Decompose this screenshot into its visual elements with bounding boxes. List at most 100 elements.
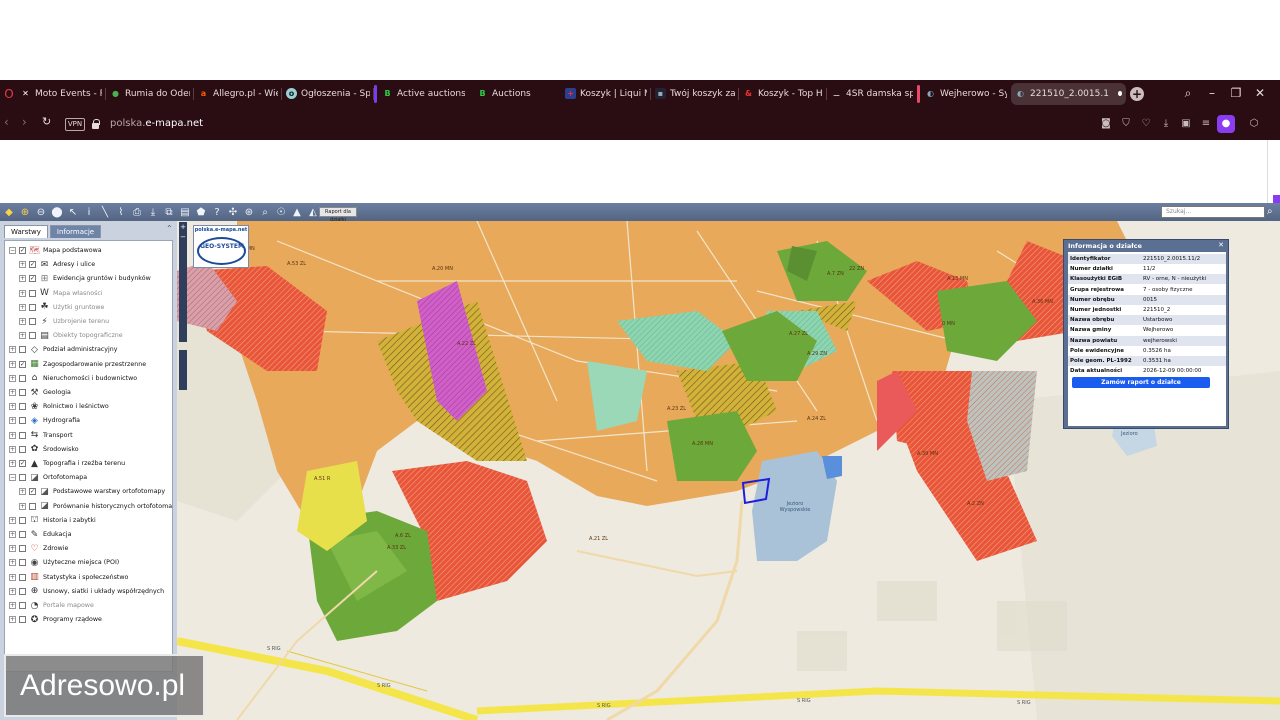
browser-tab-active[interactable]: ◐ 221510_2.0015.11/2 <box>1011 82 1126 105</box>
table-icon[interactable]: ▤ <box>178 205 192 219</box>
zoom-in-icon[interactable]: + <box>179 222 187 232</box>
search-input[interactable]: Szukaj... <box>1161 206 1265 218</box>
info-icon[interactable]: i <box>82 205 96 219</box>
expand-toggle-icon[interactable]: + <box>9 417 16 425</box>
layer-item[interactable]: − ◪ Ortofotomapa <box>9 471 87 484</box>
layer-checkbox[interactable] <box>19 616 26 624</box>
download-icon[interactable]: ⤓ <box>1159 117 1173 131</box>
expand-toggle-icon[interactable]: + <box>9 445 16 453</box>
expand-toggle-icon[interactable]: − <box>9 247 16 254</box>
layer-checkbox[interactable] <box>19 545 26 553</box>
layer-item[interactable]: + ✓ ▲ Topografia i rzeźba terenu <box>9 457 125 470</box>
new-tab-plus-icon[interactable]: + <box>1130 86 1144 101</box>
layer-checkbox[interactable] <box>19 587 26 595</box>
browser-tab[interactable]: a Allegro.pl - Więcej n <box>194 83 282 105</box>
layer-item[interactable]: + ❀ Rolnictwo i leśnictwo <box>9 400 109 413</box>
layer-checkbox[interactable]: ✓ <box>29 261 36 269</box>
browser-tab[interactable]: B Active auctions <box>374 83 469 105</box>
layer-checkbox[interactable] <box>29 303 36 311</box>
browser-tab[interactable]: + Koszyk | Liqui Moly <box>561 83 651 105</box>
layer-item[interactable]: + ▥ Statystyka i społeczeństwo <box>9 571 128 584</box>
layer-item[interactable]: + ☘ Użytki gruntowe <box>19 301 104 314</box>
layer-item[interactable]: + ✿ Środowisko <box>9 443 79 456</box>
expand-toggle-icon[interactable]: + <box>19 332 26 340</box>
order-report-button[interactable]: Zamów raport o działce <box>1072 377 1210 388</box>
tab-info[interactable]: Informacje <box>49 225 102 238</box>
layer-checkbox[interactable] <box>19 573 26 581</box>
parcel-report-button[interactable]: Raport dla działki <box>319 207 357 223</box>
expand-toggle-icon[interactable]: + <box>9 559 16 567</box>
layer-item[interactable]: + ⇆ Transport <box>9 429 73 442</box>
browser-tab[interactable]: & Koszyk - Top Hi-Fi & <box>739 83 827 105</box>
streetview-icon[interactable]: ☉ <box>274 205 288 219</box>
measure-area-icon[interactable]: ⌇ <box>114 205 128 219</box>
download-map-icon[interactable]: ⤓ <box>146 205 160 219</box>
snapshot-icon[interactable]: ▣ <box>1179 117 1193 131</box>
close-icon[interactable]: ✕ <box>1218 241 1224 249</box>
layer-item[interactable]: + ▤ Obiekty topograficzne <box>19 329 123 342</box>
terrain-icon[interactable]: ▲ <box>290 205 304 219</box>
profile-icon[interactable]: ● <box>1217 115 1235 133</box>
browser-tab[interactable]: ● Rumia do Odense, D <box>106 83 194 105</box>
browser-tab[interactable]: o Ogłoszenia - Sprzed <box>282 83 374 105</box>
layer-item[interactable]: + ⚡ Uzbrojenie terenu <box>19 315 109 328</box>
layer-checkbox[interactable]: ✓ <box>29 275 36 283</box>
url-field[interactable]: polska.e-mapa.net <box>110 118 203 129</box>
expand-toggle-icon[interactable]: + <box>19 488 26 496</box>
expand-toggle-icon[interactable]: + <box>9 602 16 609</box>
layer-checkbox[interactable] <box>19 417 26 425</box>
expand-toggle-icon[interactable]: + <box>9 587 16 595</box>
layers-3d-icon[interactable]: ◭ <box>306 205 320 219</box>
layer-checkbox[interactable] <box>19 559 26 567</box>
expand-toggle-icon[interactable]: + <box>9 374 16 382</box>
print-icon[interactable]: ⎙ <box>130 205 144 219</box>
bookmark-icon[interactable]: ⬟ <box>194 205 208 219</box>
expand-toggle-icon[interactable]: + <box>9 460 16 467</box>
layer-item[interactable]: + ✎ Edukacja <box>9 528 71 541</box>
layer-checkbox[interactable] <box>29 289 36 297</box>
zoom-slider[interactable]: + − <box>179 222 187 342</box>
find-icon[interactable]: ⌕ <box>258 205 272 219</box>
search-icon[interactable]: ⌕ <box>1267 206 1278 217</box>
expand-toggle-icon[interactable]: + <box>9 403 16 411</box>
expand-toggle-icon[interactable]: + <box>9 531 16 538</box>
layer-item[interactable]: + ✓ ▦ Zagospodarowanie przestrzenne <box>9 358 146 371</box>
back-arrow-icon[interactable]: ‹ <box>4 115 9 129</box>
reload-icon[interactable]: ↻ <box>42 115 51 128</box>
layer-item[interactable]: + ⊕ Usnowy, siatki i układy współrzędnych <box>9 585 164 598</box>
minimap-toggle[interactable] <box>179 350 187 390</box>
layer-item[interactable]: + ♡ Zdrowie <box>9 542 68 555</box>
layer-item[interactable]: − ✓ 🗺 Mapa podstawowa <box>9 244 102 257</box>
layer-checkbox[interactable]: ✓ <box>29 488 36 496</box>
layer-item[interactable]: + ◈ Hydrografia <box>9 414 80 427</box>
layer-checkbox[interactable]: ✓ <box>19 360 26 368</box>
layer-item[interactable]: + ✓ ⊞ Ewidencja gruntów i budynków <box>19 272 151 285</box>
tab-layers[interactable]: Warstwy <box>4 225 48 238</box>
forward-arrow-icon[interactable]: › <box>22 115 27 129</box>
layer-item[interactable]: + ✪ Programy rządowe <box>9 613 102 626</box>
expand-toggle-icon[interactable]: + <box>19 502 26 510</box>
layer-checkbox[interactable] <box>19 516 26 524</box>
help-icon[interactable]: ? <box>210 205 224 219</box>
expand-toggle-icon[interactable]: + <box>19 289 26 297</box>
extensions-icon[interactable]: ⬡ <box>1247 117 1261 131</box>
expand-toggle-icon[interactable]: + <box>9 360 16 368</box>
select-icon[interactable]: ↖ <box>66 205 80 219</box>
layer-checkbox[interactable] <box>19 403 26 411</box>
layer-item[interactable]: + ✓ ✉ Adresy i ulice <box>19 258 95 271</box>
browser-tab[interactable]: ◐ Wejherowo - Syster <box>917 83 1011 105</box>
expand-toggle-icon[interactable]: + <box>9 389 16 396</box>
collapse-panel-icon[interactable]: ⌃ <box>166 224 173 233</box>
compass-icon[interactable]: ⊛ <box>242 205 256 219</box>
layer-checkbox[interactable]: ✓ <box>19 247 26 254</box>
layer-checkbox[interactable] <box>19 374 26 382</box>
layer-checkbox[interactable] <box>19 431 26 439</box>
camera-icon[interactable]: ◙ <box>1099 117 1113 131</box>
layer-checkbox[interactable] <box>19 346 26 354</box>
zoom-out-icon[interactable]: − <box>179 232 187 242</box>
lock-icon[interactable] <box>92 119 100 129</box>
browser-tab[interactable]: ▪ Twój koszyk zakupó <box>651 83 739 105</box>
expand-toggle-icon[interactable]: + <box>9 616 16 624</box>
expand-toggle-icon[interactable]: + <box>9 431 16 439</box>
layer-item[interactable]: + ⚒ Geologia <box>9 386 71 399</box>
